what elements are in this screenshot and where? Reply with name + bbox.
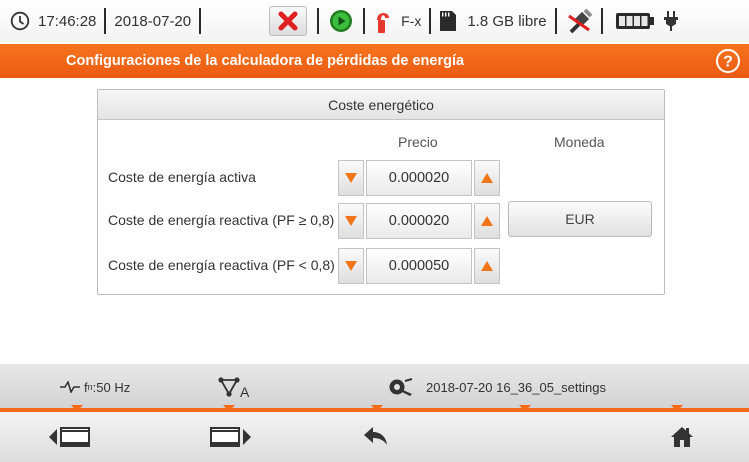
clamp-label: F-x (401, 13, 422, 29)
tab-notch (223, 405, 235, 412)
divider (317, 8, 320, 34)
decrement-button[interactable] (338, 203, 364, 239)
phase-triangle-icon (218, 377, 240, 397)
screen-forward-icon (210, 427, 251, 447)
help-icon[interactable]: ? (715, 48, 741, 74)
phase-indicator: A (218, 364, 249, 410)
tab-notch (671, 405, 683, 412)
settings-file-name: 2018-07-20 16_36_05_settings (426, 379, 606, 395)
increment-button[interactable] (474, 248, 500, 284)
price-value[interactable]: 0.000020 (366, 160, 472, 196)
clock-icon (10, 11, 30, 31)
arrow-up-icon (481, 261, 493, 271)
decrement-button[interactable] (338, 160, 364, 196)
divider (363, 8, 366, 34)
sd-card-icon (440, 11, 457, 31)
panel-title: Coste energético (328, 96, 434, 113)
price-value[interactable]: 0.000050 (366, 248, 472, 284)
arrow-up-icon (481, 173, 493, 183)
price-column-header: Precio (398, 134, 438, 150)
status-date: 2018-07-20 (114, 12, 192, 30)
tab-notch (519, 405, 531, 412)
divider (600, 8, 603, 34)
arrow-down-icon (345, 173, 357, 183)
status-bar: 17:46:28 2018-07-20 F-x 1.8 GB libre (0, 0, 749, 42)
active-energy-price-stepper: 0.000020 (338, 160, 500, 196)
divider (429, 8, 432, 34)
arrow-down-icon (345, 261, 357, 271)
increment-button[interactable] (474, 160, 500, 196)
clock: 17:46:28 (0, 0, 96, 42)
play-icon[interactable] (329, 9, 353, 33)
storage-label: 1.8 GB libre (467, 12, 547, 30)
increment-button[interactable] (474, 203, 500, 239)
reactive-energy-low-pf-price-stepper: 0.000050 (338, 248, 500, 284)
screen-forward-button[interactable] (196, 412, 262, 462)
divider (104, 8, 107, 34)
bottom-nav (0, 412, 749, 462)
waveform-icon (60, 381, 80, 393)
reactive-energy-high-pf-price-stepper: 0.000020 (338, 203, 500, 239)
usb-icon (567, 8, 592, 34)
frequency-indicator: f n:50 Hz (60, 364, 130, 410)
screen-back-icon (49, 427, 90, 447)
status-time: 17:46:28 (38, 12, 97, 30)
home-button[interactable] (652, 412, 712, 462)
title-bar: Configuraciones de la calculadora de pér… (0, 44, 749, 78)
close-button[interactable] (269, 6, 308, 36)
plug-icon (663, 11, 678, 31)
close-icon (278, 11, 298, 31)
row-label-active-energy: Coste de energía activa (108, 169, 256, 185)
price-value[interactable]: 0.000020 (366, 203, 472, 239)
phase-subscript: A (240, 384, 250, 400)
arrow-down-icon (345, 216, 357, 226)
currency-column-header: Moneda (554, 134, 605, 150)
svg-text:?: ? (723, 54, 733, 71)
tab-notch (371, 405, 383, 412)
tab-notch (71, 405, 83, 412)
home-icon (671, 427, 693, 447)
settings-file-icon (389, 378, 413, 396)
panel-header: Coste energético (98, 90, 664, 120)
screen-back-button[interactable] (38, 412, 104, 462)
row-label-reactive-energy-high-pf: Coste de energía reactiva (PF ≥ 0,8) (108, 212, 335, 228)
row-label-reactive-energy-low-pf: Coste de energía reactiva (PF < 0,8) (108, 257, 335, 273)
divider (554, 8, 557, 34)
info-bar: f n:50 Hz A 2018-07-20 16_36_05_settings (0, 364, 749, 410)
frequency-value: :50 Hz (92, 379, 131, 395)
return-button[interactable] (346, 412, 406, 462)
currency-button[interactable]: EUR (508, 201, 652, 237)
battery-icon (615, 13, 654, 29)
divider (199, 8, 202, 34)
page-title: Configuraciones de la calculadora de pér… (66, 53, 465, 69)
energy-cost-panel: Coste energético Precio Moneda Coste de … (97, 89, 665, 295)
decrement-button[interactable] (338, 248, 364, 284)
arrow-up-icon (481, 216, 493, 226)
clamp-icon (377, 12, 390, 33)
settings-file-indicator: 2018-07-20 16_36_05_settings (388, 364, 606, 410)
return-arrow-icon (364, 427, 387, 445)
